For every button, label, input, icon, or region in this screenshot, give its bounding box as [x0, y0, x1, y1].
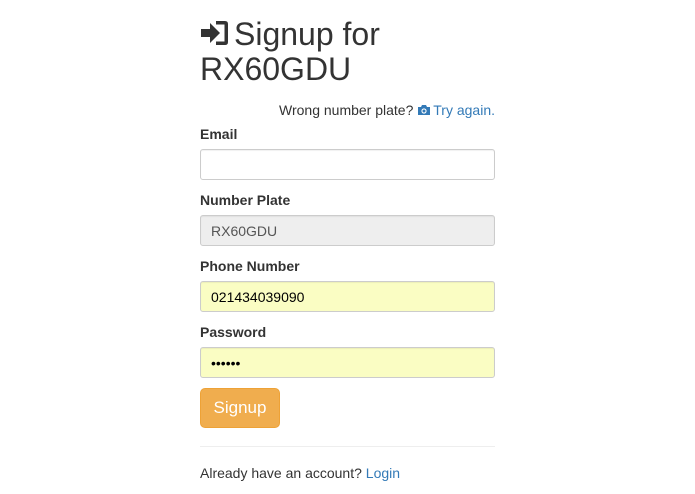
page-title: Signup for RX60GDU	[200, 0, 495, 87]
camera-icon	[418, 105, 431, 115]
try-again-link[interactable]: Try again.	[417, 102, 495, 118]
email-label: Email	[200, 126, 238, 142]
number-plate-group: Number Plate	[200, 190, 495, 246]
phone-label: Phone Number	[200, 258, 300, 274]
try-again-label[interactable]: Try again.	[433, 102, 495, 118]
signup-container: Signup for RX60GDU Wrong number plate? T…	[200, 0, 495, 481]
login-prompt-text: Already have an account?	[200, 465, 362, 481]
login-prompt: Already have an account? Login	[200, 463, 400, 483]
signup-button[interactable]: Signup	[200, 388, 280, 428]
divider	[200, 446, 495, 447]
sign-in-icon	[201, 21, 228, 45]
wrong-plate-line: Wrong number plate? Try again.	[200, 100, 495, 120]
password-group: Password	[200, 322, 495, 378]
wrong-plate-text: Wrong number plate?	[279, 102, 414, 118]
phone-group: Phone Number	[200, 256, 495, 312]
email-field[interactable]	[200, 149, 495, 180]
phone-field[interactable]	[200, 281, 495, 312]
number-plate-label: Number Plate	[200, 192, 291, 208]
password-label: Password	[200, 324, 267, 340]
email-group: Email	[200, 124, 495, 180]
login-link[interactable]: Login	[366, 465, 400, 481]
number-plate-field[interactable]	[200, 215, 495, 246]
title-prefix: Signup for	[234, 16, 380, 52]
password-field[interactable]	[200, 347, 495, 378]
title-plate: RX60GDU	[200, 51, 352, 87]
